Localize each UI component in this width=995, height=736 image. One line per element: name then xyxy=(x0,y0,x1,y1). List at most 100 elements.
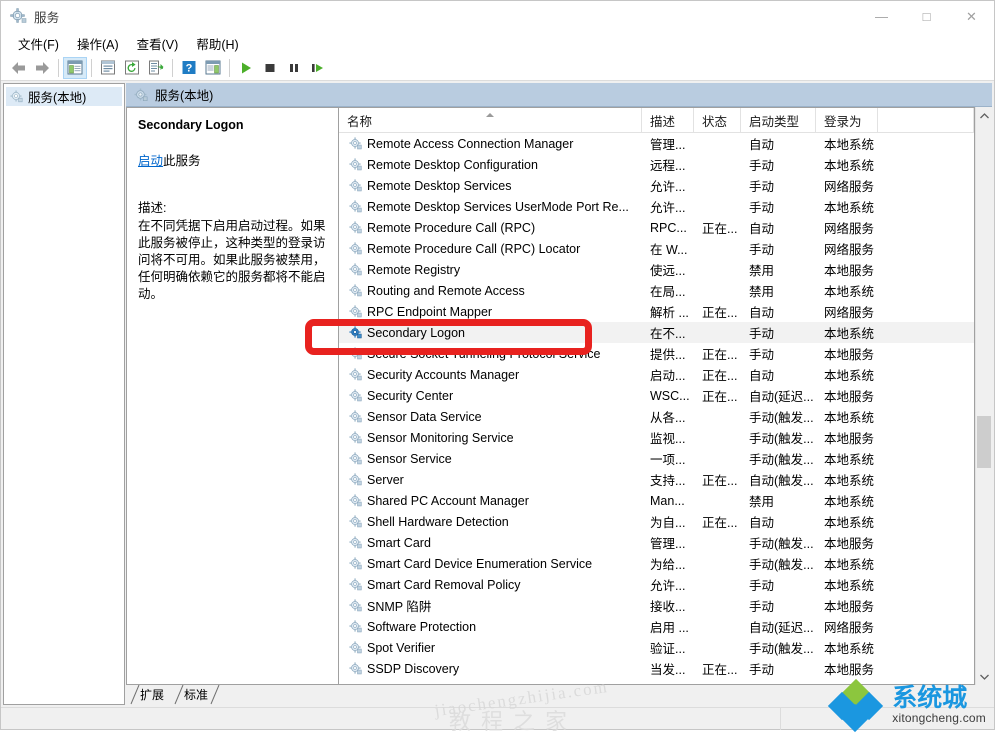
cell-logon-as: 网络服务 xyxy=(824,222,875,236)
cell-startup-type: 手动(触发... xyxy=(749,411,814,425)
service-name-label: Remote Procedure Call (RPC) Locator xyxy=(367,241,581,256)
cell-logon-as: 本地系统 xyxy=(824,642,875,656)
description-text: 在不同凭据下启用启动过程。如果此服务被停止，这种类型的登录访问将不可用。如果此服… xyxy=(138,219,326,301)
service-name-label: Security Accounts Manager xyxy=(367,367,520,382)
stop-service-icon[interactable] xyxy=(258,57,282,79)
properties-icon[interactable] xyxy=(96,57,120,79)
export-list-icon[interactable] xyxy=(144,57,168,79)
list-scrollbar[interactable] xyxy=(975,107,992,685)
table-row[interactable]: Spot Verifier 验证... 手动(触发... 本地系统 xyxy=(339,637,974,658)
cell-status: 正在... xyxy=(702,369,738,383)
table-row[interactable]: Routing and Remote Access 在局... 禁用 本地系统 xyxy=(339,280,974,301)
close-button[interactable]: ✕ xyxy=(949,1,994,32)
column-logon[interactable]: 登录为 xyxy=(816,108,878,132)
cell-startup-type: 自动 xyxy=(749,222,775,236)
pause-service-icon[interactable] xyxy=(282,57,306,79)
table-row[interactable]: Remote Procedure Call (RPC) Locator 在 W..… xyxy=(339,238,974,259)
table-row[interactable]: Security Center WSC... 正在... 自动(延迟... 本地服务 xyxy=(339,385,974,406)
minimize-button[interactable]: — xyxy=(859,1,904,32)
table-row[interactable]: Shared PC Account Manager Man... 禁用 本地系统 xyxy=(339,490,974,511)
table-row[interactable]: Remote Access Connection Manager 管理... 自动 本… xyxy=(339,133,974,154)
column-startup[interactable]: 启动类型 xyxy=(741,108,816,132)
start-service-link[interactable]: 启动 xyxy=(138,154,163,168)
scrollbar-thumb[interactable] xyxy=(976,416,991,468)
service-name-label: Remote Registry xyxy=(367,262,461,277)
cell-logon-as: 网络服务 xyxy=(824,180,875,194)
cell-startup-type: 手动(触发... xyxy=(749,453,814,467)
tab-extended[interactable]: 扩展 xyxy=(130,684,173,705)
table-row[interactable]: SNMP 陷阱 接收... 手动 本地服务 xyxy=(339,595,974,616)
cell-logon-as: 本地系统 xyxy=(824,369,875,383)
service-name-label: Spot Verifier xyxy=(367,640,436,655)
cell-description: 一项... xyxy=(650,453,686,467)
menu-view[interactable]: 查看(V) xyxy=(128,32,188,56)
column-status[interactable]: 状态 xyxy=(694,108,741,132)
sidebar-item-services-local[interactable]: 服务(本地) xyxy=(6,87,122,106)
table-row[interactable]: RPC Endpoint Mapper 解析 ... 正在... 自动 网络服务 xyxy=(339,301,974,322)
table-row[interactable]: Shell Hardware Detection 为自... 正在... 自动 本地系统 xyxy=(339,511,974,532)
table-row[interactable]: Security Accounts Manager 启动... 正在... 自动 本地系… xyxy=(339,364,974,385)
scroll-down-arrow[interactable] xyxy=(976,668,993,685)
table-row[interactable]: Smart Card 管理... 手动(触发... 本地服务 xyxy=(339,532,974,553)
show-hide-tree-icon[interactable] xyxy=(63,56,87,79)
table-row[interactable]: Remote Desktop Configuration 远程... 手动 本地系统 xyxy=(339,154,974,175)
table-row[interactable]: Software Protection 启用 ... 自动(延迟... 网络服务 xyxy=(339,616,974,637)
separator-1 xyxy=(58,58,59,77)
back-arrow-icon[interactable] xyxy=(6,57,30,79)
cell-startup-type: 手动(触发... xyxy=(749,642,814,656)
table-row[interactable]: Secondary Logon 在不... 手动 本地系统 xyxy=(339,322,974,343)
refresh-icon[interactable] xyxy=(120,57,144,79)
tab-slant-left xyxy=(174,684,184,705)
table-row[interactable]: Smart Card Device Enumeration Service 为给.… xyxy=(339,553,974,574)
table-row[interactable]: Sensor Service 一项... 手动(触发... 本地系统 xyxy=(339,448,974,469)
separator-3 xyxy=(172,58,173,77)
table-row[interactable]: Secure Socket Tunneling Protocol Service… xyxy=(339,343,974,364)
service-name-label: Shell Hardware Detection xyxy=(367,514,509,529)
pane-header-label: 服务(本地) xyxy=(155,89,214,103)
cell-description: 提供... xyxy=(650,348,686,362)
cell-description: 管理... xyxy=(650,138,686,152)
tab-slant-right xyxy=(210,684,220,705)
cell-startup-type: 手动 xyxy=(749,159,775,173)
scroll-up-arrow[interactable] xyxy=(976,107,993,124)
column-name[interactable]: 名称 xyxy=(339,108,642,132)
table-row[interactable]: Remote Registry 使远... 禁用 本地服务 xyxy=(339,259,974,280)
table-row[interactable]: SSDP Discovery 当发... 正在... 手动 本地服务 xyxy=(339,658,974,679)
show-action-pane-icon[interactable] xyxy=(201,57,225,79)
scrollbar-track[interactable] xyxy=(976,124,993,668)
cell-status: 正在... xyxy=(702,474,738,488)
table-row[interactable]: Remote Desktop Services 允许... 手动 网络服务 xyxy=(339,175,974,196)
table-row[interactable]: Remote Desktop Services UserMode Port Re… xyxy=(339,196,974,217)
title-bar: 服务 — □ ✕ xyxy=(1,1,994,32)
menu-help[interactable]: 帮助(H) xyxy=(187,32,247,56)
cell-service-name: Smart Card xyxy=(339,536,642,550)
table-row[interactable]: Remote Procedure Call (RPC) RPC... 正在... 自动… xyxy=(339,217,974,238)
restart-service-icon[interactable] xyxy=(306,57,330,79)
services-gear-icon xyxy=(349,242,362,255)
table-row[interactable]: Server 支持... 正在... 自动(触发... 本地系统 xyxy=(339,469,974,490)
menu-action[interactable]: 操作(A) xyxy=(68,32,128,56)
forward-arrow-icon[interactable] xyxy=(30,57,54,79)
tab-standard[interactable]: 标准 xyxy=(174,684,220,705)
table-row[interactable]: Sensor Data Service 从各... 手动(触发... 本地系统 xyxy=(339,406,974,427)
services-list: 名称 描述 状态 启动类型 登录为 Remote Access Connecti… xyxy=(338,107,975,685)
menu-file[interactable]: 文件(F) xyxy=(9,32,68,56)
table-row[interactable]: Smart Card Removal Policy 允许... 手动 本地系统 xyxy=(339,574,974,595)
maximize-button[interactable]: □ xyxy=(904,1,949,32)
column-description[interactable]: 描述 xyxy=(642,108,694,132)
cell-logon-as: 网络服务 xyxy=(824,243,875,257)
table-row[interactable]: Sensor Monitoring Service 监视... 手动(触发... 本地… xyxy=(339,427,974,448)
cell-status: 正在... xyxy=(702,306,738,320)
toolbar: ? xyxy=(1,55,994,81)
start-service-icon[interactable] xyxy=(234,57,258,79)
service-name-label: Secondary Logon xyxy=(367,325,465,340)
start-service-line: 启动此服务 xyxy=(138,150,326,169)
help-icon[interactable]: ? xyxy=(177,57,201,79)
cell-status: 正在... xyxy=(702,663,738,677)
list-body[interactable]: Remote Access Connection Manager 管理... 自动本… xyxy=(339,133,974,684)
cell-logon-as: 网络服务 xyxy=(824,621,875,635)
cell-description: 允许... xyxy=(650,180,686,194)
cell-startup-type: 自动 xyxy=(749,138,775,152)
services-gear-icon xyxy=(349,515,362,528)
service-detail-panel: Secondary Logon 启动此服务 描述: 在不同凭据下启用启动过程。如… xyxy=(126,107,338,685)
